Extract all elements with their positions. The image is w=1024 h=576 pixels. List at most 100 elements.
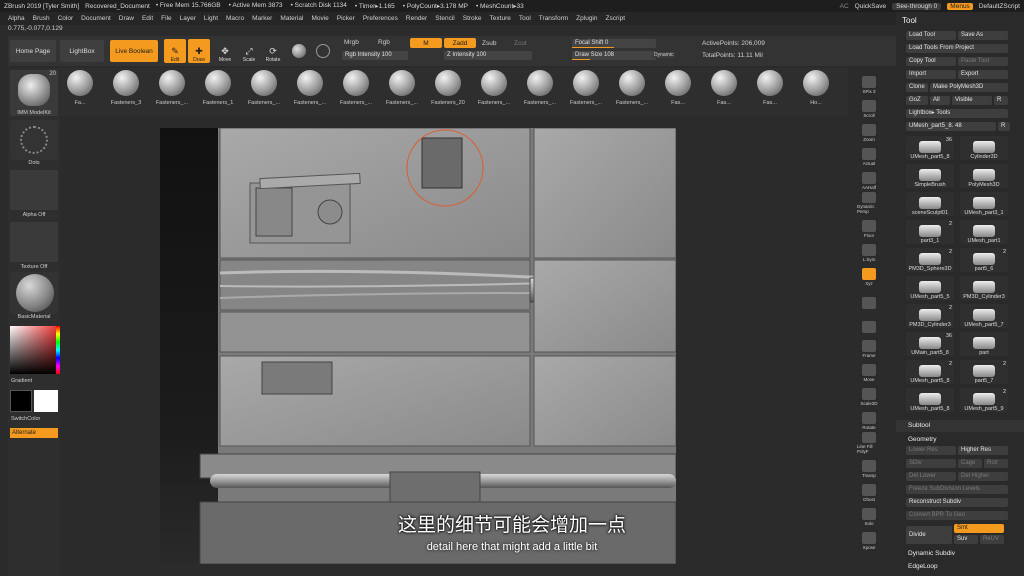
menu-preferences[interactable]: Preferences <box>363 15 398 22</box>
secondary-color-swatch[interactable] <box>10 390 32 412</box>
view-control-button[interactable] <box>857 288 881 310</box>
m-button[interactable]: M <box>410 38 442 48</box>
tool-thumbnail[interactable]: UMesh_part5_8 <box>906 388 954 412</box>
tool-thumbnail[interactable]: UMesh_part5_8 36 <box>906 136 954 160</box>
menu-light[interactable]: Light <box>204 15 218 22</box>
brush-slot[interactable]: Fas... <box>658 70 698 114</box>
brush-slot[interactable]: Fas... <box>704 70 744 114</box>
all-button[interactable]: All <box>930 96 950 105</box>
default-zscript-button[interactable]: DefaultZScript <box>979 3 1020 10</box>
focal-shift-slider[interactable]: Focal Shift 0 <box>572 39 656 48</box>
brush-slot[interactable]: Fasteners_... <box>244 70 284 114</box>
z-intensity-slider[interactable]: Z Intensity 100 <box>444 51 532 60</box>
sdiv-slider[interactable]: SDiv <box>906 459 956 468</box>
menu-stroke[interactable]: Stroke <box>463 15 482 22</box>
tool-thumbnail[interactable]: UMesh_part5_7 <box>960 304 1008 328</box>
view-control-button[interactable]: SPix 3 <box>857 72 881 94</box>
color-picker[interactable] <box>10 326 58 374</box>
move-button[interactable]: ✥ Move <box>214 39 236 63</box>
menu-marker[interactable]: Marker <box>252 15 272 22</box>
brush-slot[interactable]: Fasteners_... <box>566 70 606 114</box>
gyro-icon[interactable] <box>316 44 330 58</box>
tool-thumbnail[interactable]: PolyMesh3D <box>960 164 1008 188</box>
import-button[interactable]: Import <box>906 70 956 79</box>
r-button[interactable]: R <box>994 96 1008 105</box>
r-small-button[interactable]: R <box>998 122 1010 131</box>
view-control-button[interactable]: Scroll <box>857 96 881 118</box>
material-thumbnail[interactable] <box>10 272 58 314</box>
view-control-button[interactable]: Floor <box>857 216 881 238</box>
mrgb-button[interactable]: Mrgb <box>344 39 359 46</box>
draw-mode-button[interactable]: ✚ Draw <box>188 39 210 63</box>
tool-thumbnail[interactable]: PM3D_Cylinder3 2 <box>906 304 954 328</box>
brush-slot[interactable]: Fasteners_20 <box>428 70 468 114</box>
del-lower-button[interactable]: Del Lower <box>906 472 956 481</box>
current-tool-slider[interactable]: UMesh_part5_8. 48 <box>906 122 996 131</box>
brush-slot[interactable]: Fasteners_... <box>336 70 376 114</box>
brush-slot[interactable]: Fas... <box>750 70 790 114</box>
tool-thumbnail[interactable]: UMain_part5_8 36 <box>906 332 954 356</box>
see-through-slider[interactable]: See-through 0 <box>892 2 942 10</box>
tool-palette-header[interactable]: Tool <box>902 16 917 25</box>
menu-macro[interactable]: Macro <box>226 15 244 22</box>
menu-layer[interactable]: Layer <box>180 15 196 22</box>
edgeloop-section[interactable]: EdgeLoop <box>908 563 938 570</box>
switchcolor-button[interactable]: SwitchColor <box>8 416 60 422</box>
menu-transform[interactable]: Transform <box>539 15 568 22</box>
stroke-thumbnail[interactable] <box>10 120 58 160</box>
brush-slot[interactable]: Fasteners_1 <box>198 70 238 114</box>
menu-stencil[interactable]: Stencil <box>435 15 455 22</box>
rgb-button[interactable]: Rgb <box>378 39 390 46</box>
visible-button[interactable]: Visible <box>952 96 992 105</box>
menu-movie[interactable]: Movie <box>311 15 328 22</box>
make-polymesh-button[interactable]: Make PolyMesh3D <box>930 83 1008 92</box>
material-sphere-icon[interactable] <box>292 44 306 58</box>
subtool-section-header[interactable]: Subtool <box>896 420 1024 432</box>
menu-document[interactable]: Document <box>81 15 111 22</box>
save-as-button[interactable]: Save As <box>958 31 1008 40</box>
alpha-thumbnail[interactable] <box>10 170 58 210</box>
menu-zscript[interactable]: Zscript <box>606 15 626 22</box>
view-control-button[interactable]: Actual <box>857 144 881 166</box>
menu-edit[interactable]: Edit <box>142 15 153 22</box>
freeze-subdiv-button[interactable]: Freeze SubDivision Levels <box>906 485 1008 494</box>
menu-alpha[interactable]: Alpha <box>8 15 25 22</box>
brush-slot[interactable]: Fasteners_... <box>382 70 422 114</box>
view-control-button[interactable]: Scale3D <box>857 384 881 406</box>
zsub-button[interactable]: Zsub <box>482 40 496 47</box>
draw-size-slider[interactable]: Draw Size 108 <box>572 51 656 60</box>
load-tool-button[interactable]: Load Tool <box>906 31 956 40</box>
home-page-button[interactable]: Home Page <box>10 40 56 62</box>
menu-brush[interactable]: Brush <box>33 15 50 22</box>
view-control-button[interactable]: Zoom <box>857 120 881 142</box>
menu-color[interactable]: Color <box>58 15 74 22</box>
geometry-section-header[interactable]: Geometry <box>896 434 1024 446</box>
view-control-button[interactable]: Frame <box>857 336 881 358</box>
hue-strip[interactable] <box>56 326 60 374</box>
scale-button[interactable]: ⤢ Scale <box>238 39 260 63</box>
rstr-button[interactable]: Rstr <box>984 459 1008 468</box>
tool-thumbnail[interactable]: part3_1 2 <box>906 220 954 244</box>
brush-slot[interactable]: Fa... <box>60 70 100 114</box>
copy-tool-button[interactable]: Copy Tool <box>906 57 956 66</box>
tool-thumbnail[interactable]: PM3D_Cylinder3 <box>960 276 1008 300</box>
menu-render[interactable]: Render <box>406 15 427 22</box>
tool-thumbnail[interactable]: UMesh_part5_5 <box>906 276 954 300</box>
brush-slot[interactable]: Fasteners_... <box>152 70 192 114</box>
export-button[interactable]: Export <box>958 70 1008 79</box>
zadd-button[interactable]: Zadd <box>444 38 476 48</box>
view-control-button[interactable]: L.Sym <box>857 240 881 262</box>
menu-picker[interactable]: Picker <box>337 15 355 22</box>
view-control-button[interactable]: Ghost <box>857 480 881 502</box>
tool-thumbnail[interactable]: UMesh_part5_8 2 <box>906 360 954 384</box>
tool-thumbnail[interactable]: part5_7 2 <box>960 360 1008 384</box>
lightbox-button[interactable]: LightBox <box>60 40 104 62</box>
load-tools-from-project-button[interactable]: Load Tools From Project <box>906 44 1008 53</box>
quicksave-button[interactable]: QuickSave <box>855 3 886 10</box>
tool-thumbnail[interactable]: SimpleBrush <box>906 164 954 188</box>
cage-button[interactable]: Cage <box>958 459 982 468</box>
brush-slot[interactable]: Ho... <box>796 70 836 114</box>
view-control-button[interactable]: Transp <box>857 456 881 478</box>
texture-thumbnail[interactable] <box>10 222 58 262</box>
paste-tool-button[interactable]: Paste Tool <box>958 57 1008 66</box>
